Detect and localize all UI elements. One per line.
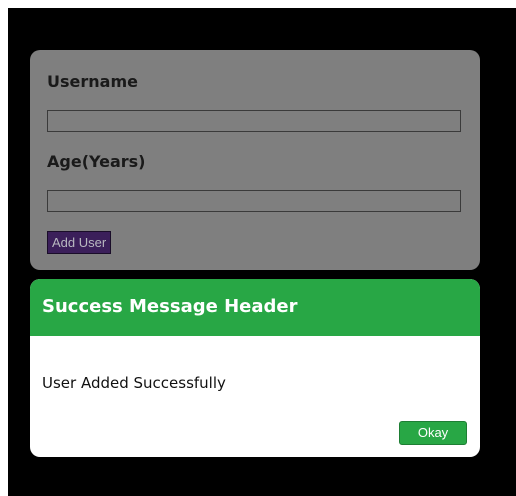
modal-header: Success Message Header bbox=[30, 279, 480, 336]
modal-title: Success Message Header bbox=[42, 296, 298, 317]
add-user-button[interactable]: Add User bbox=[47, 231, 112, 254]
okay-button[interactable]: Okay bbox=[399, 421, 467, 445]
success-modal: Success Message Header User Added Succes… bbox=[30, 279, 480, 457]
add-user-form: Username Age(Years) Add User bbox=[30, 50, 480, 270]
age-label: Age(Years) bbox=[47, 152, 146, 171]
username-label: Username bbox=[47, 72, 138, 91]
modal-message: User Added Successfully bbox=[42, 374, 226, 392]
age-input[interactable] bbox=[47, 190, 461, 212]
username-input[interactable] bbox=[47, 110, 461, 132]
